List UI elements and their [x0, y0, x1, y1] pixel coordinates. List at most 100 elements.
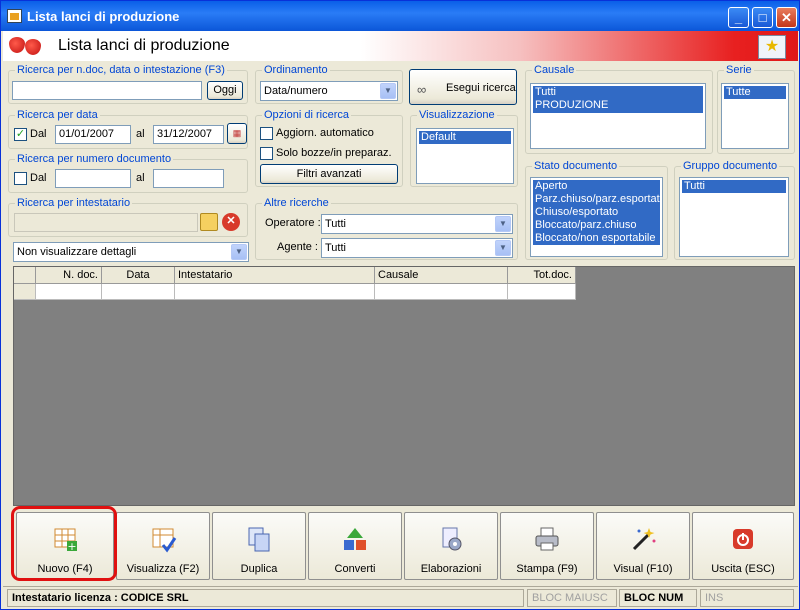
owner-input [14, 213, 198, 232]
magic-wand-icon [632, 528, 656, 551]
duplicate-button-label: Duplica [240, 563, 278, 575]
table-cell[interactable] [375, 284, 508, 300]
folder-icon[interactable] [200, 213, 218, 231]
ordering-select[interactable]: Data/numero ▼ [260, 81, 398, 101]
search-owner-group: Ricerca per intestatario ✕ [8, 197, 248, 237]
details-select[interactable]: Non visualizzare dettagli ▼ [13, 242, 249, 262]
status-document-list[interactable]: Aperto Parz.chiuso/parz.esportato Chiuso… [530, 177, 663, 257]
drafts-only-checkbox[interactable] [260, 147, 273, 160]
visualization-legend: Visualizzazione [417, 109, 497, 121]
gear-document-icon [442, 527, 462, 551]
agent-label: Agente : [277, 241, 318, 253]
list-item[interactable]: Tutte [724, 86, 786, 99]
date-from-input[interactable]: 01/01/2007 [55, 125, 131, 144]
row-header-corner [14, 267, 36, 284]
group-document-list[interactable]: Tutti [679, 177, 789, 257]
date-to-input[interactable]: 31/12/2007 [153, 125, 224, 144]
favorite-star-button[interactable]: ★ [758, 35, 786, 59]
auto-update-checkbox[interactable] [260, 127, 273, 140]
chevron-down-icon: ▼ [380, 83, 396, 99]
list-item[interactable]: Parz.chiuso/parz.esportato [533, 193, 662, 206]
insert-indicator: INS [700, 589, 794, 607]
highlight-outline [11, 506, 117, 581]
advanced-filters-button[interactable]: Filtri avanzati [260, 164, 398, 184]
printer-icon [535, 527, 559, 551]
row-header[interactable] [14, 284, 36, 300]
number-to-input[interactable] [153, 169, 224, 188]
title-bar[interactable]: Lista lanci di produzione _ □ ✕ [1, 1, 799, 31]
search-doc-group: Ricerca per n.doc, data o intestazione (… [8, 64, 248, 104]
list-item[interactable]: Bloccato/parz.chiuso [533, 219, 660, 232]
column-header-doc-number[interactable]: N. doc. [36, 267, 102, 284]
table-cell[interactable] [508, 284, 576, 300]
convert-button-label: Converti [334, 563, 376, 575]
number-from-input[interactable] [55, 169, 131, 188]
duplicate-button[interactable]: Duplica [212, 512, 306, 580]
strawberry-icon [9, 37, 25, 53]
agent-select[interactable]: Tutti ▼ [321, 238, 513, 258]
column-header-owner[interactable]: Intestatario [175, 267, 375, 284]
visual-button-label: Visual (F10) [613, 563, 673, 575]
ordering-legend: Ordinamento [262, 64, 330, 76]
duplicate-icon [248, 527, 270, 552]
options-group: Opzioni di ricerca Aggiorn. automatico S… [255, 109, 403, 187]
list-item[interactable]: PRODUZIONE [533, 99, 703, 112]
num-lock-indicator: BLOC NUM [619, 589, 697, 607]
app-icon [7, 9, 22, 23]
status-bar: Intestatario licenza : CODICE SRL BLOC M… [3, 586, 798, 608]
causale-legend: Causale [532, 64, 577, 76]
number-from-label: Dal [30, 172, 47, 184]
status-document-legend: Stato documento [532, 160, 620, 172]
list-item[interactable]: Tutti [682, 180, 786, 193]
list-item[interactable]: Tutti [533, 86, 703, 99]
list-item[interactable]: Aperto [533, 180, 660, 193]
search-doc-input[interactable] [12, 81, 202, 100]
execute-search-button[interactable]: ∞ Esegui ricerca [409, 69, 517, 105]
today-button[interactable]: Oggi [207, 81, 243, 100]
other-search-legend: Altre ricerche [262, 197, 331, 209]
date-checkbox[interactable]: ✓ [14, 128, 27, 141]
column-header-total[interactable]: Tot.doc. [508, 267, 576, 284]
view-button[interactable]: Visualizza (F2) [116, 512, 210, 580]
processing-button[interactable]: Elaborazioni [404, 512, 498, 580]
calendar-icon[interactable]: ▦ [227, 123, 247, 144]
list-item[interactable]: Default [419, 131, 511, 144]
column-header-causale[interactable]: Causale [375, 267, 508, 284]
chevron-down-icon: ▼ [231, 244, 247, 260]
view-document-icon [152, 528, 177, 553]
list-item[interactable]: Chiuso/esportato [533, 206, 660, 219]
print-button-label: Stampa (F9) [516, 563, 578, 575]
date-from-label: Dal [30, 128, 47, 140]
search-date-legend: Ricerca per data [15, 109, 100, 121]
table-cell[interactable] [102, 284, 175, 300]
maximize-button[interactable]: □ [752, 7, 773, 28]
table-cell[interactable] [175, 284, 375, 300]
operator-select[interactable]: Tutti ▼ [321, 214, 513, 234]
window-title: Lista lanci di produzione [27, 9, 180, 24]
visualization-list[interactable]: Default [416, 128, 514, 184]
operator-label: Operatore : [265, 217, 321, 229]
causale-list[interactable]: Tutti PRODUZIONE [530, 83, 706, 149]
minimize-button[interactable]: _ [728, 7, 749, 28]
visual-button[interactable]: Visual (F10) [596, 512, 690, 580]
serie-group: Serie Tutte [717, 64, 795, 154]
page-header: Lista lanci di produzione ★ [3, 31, 798, 61]
caps-lock-indicator: BLOC MAIUSC [527, 589, 617, 607]
number-checkbox[interactable] [14, 172, 27, 185]
table-cell[interactable] [36, 284, 102, 300]
documents-grid[interactable]: N. doc. Data Intestatario Causale Tot.do… [13, 266, 795, 506]
convert-button[interactable]: Converti [308, 512, 402, 580]
exit-button[interactable]: Uscita (ESC) [692, 512, 794, 580]
print-button[interactable]: Stampa (F9) [500, 512, 594, 580]
search-doc-legend: Ricerca per n.doc, data o intestazione (… [15, 64, 227, 76]
main-window: Lista lanci di produzione _ □ ✕ Lista la… [0, 0, 800, 610]
clear-icon[interactable]: ✕ [222, 213, 240, 231]
column-header-date[interactable]: Data [102, 267, 175, 284]
drafts-only-label: Solo bozze/in preparaz. [276, 147, 392, 159]
close-button[interactable]: ✕ [776, 7, 797, 28]
list-item[interactable]: Bloccato/non esportabile [533, 232, 660, 245]
license-holder: Intestatario licenza : CODICE SRL [7, 589, 524, 607]
visualization-group: Visualizzazione Default [410, 109, 518, 187]
chevron-down-icon: ▼ [495, 216, 511, 232]
serie-list[interactable]: Tutte [721, 83, 789, 149]
